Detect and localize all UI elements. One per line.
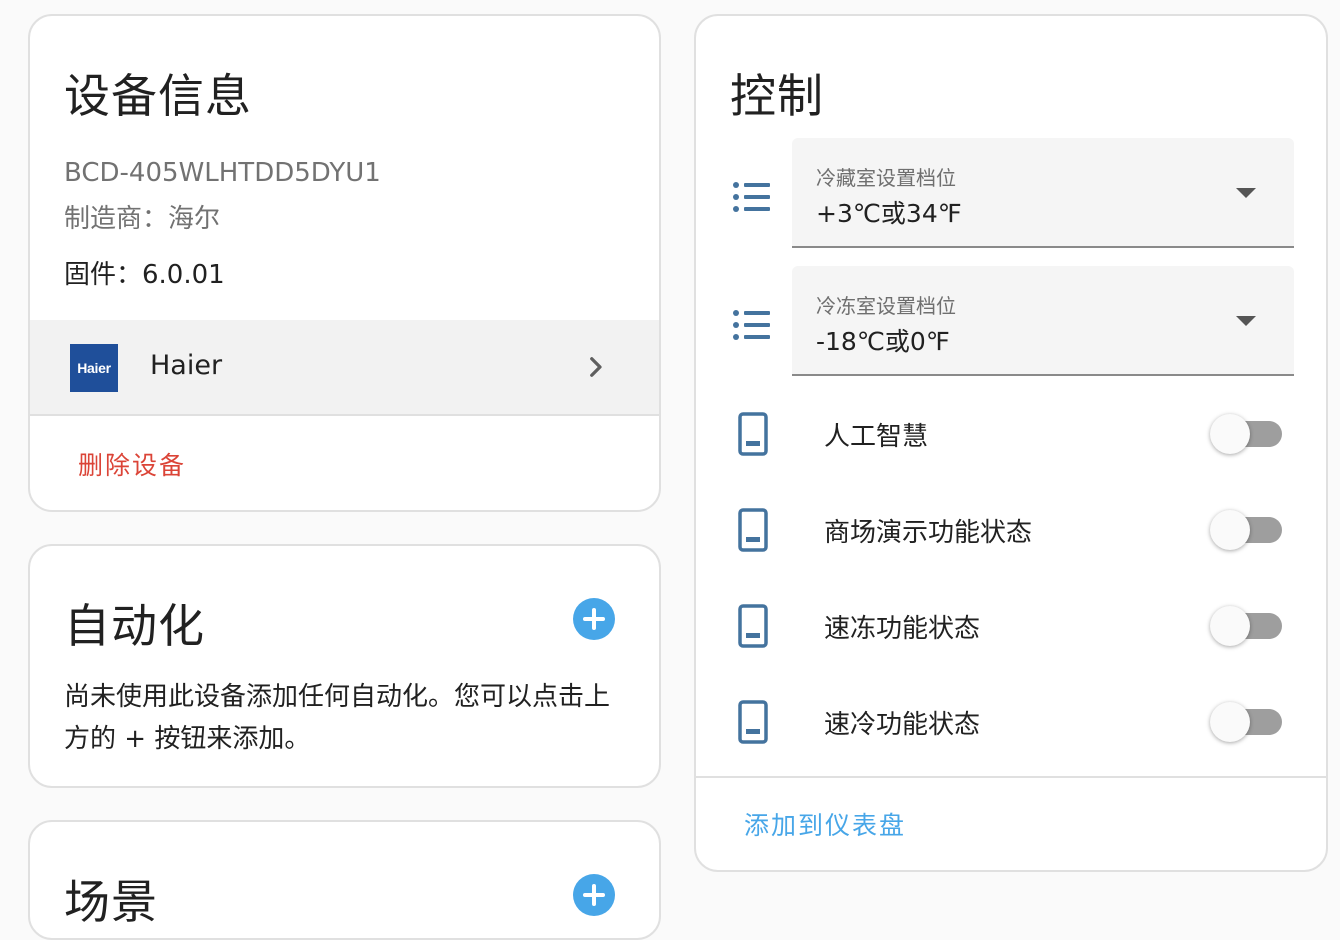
automation-card: 自动化 尚未使用此设备添加任何自动化。您可以点击上方的 + 按钮来添加。 (28, 544, 661, 788)
select-label: 冷冻室设置档位 (816, 294, 956, 318)
device-manufacturer: 制造商：海尔 (64, 204, 221, 234)
toggle-knob (1210, 702, 1250, 742)
fridge-temperature-select[interactable]: 冷藏室设置档位 +3℃或34℉ (792, 138, 1294, 248)
toggle-label-demo: 商场演示功能状态 (824, 518, 1033, 548)
toggle-ai[interactable] (1210, 414, 1284, 454)
freezer-temperature-select[interactable]: 冷冻室设置档位 -18℃或0℉ (792, 266, 1294, 376)
device-info-card: 设备信息 BCD-405WLHTDD5DYU1 制造商：海尔 固件：6.0.01… (28, 14, 661, 512)
controls-card: 控制 冷藏室设置档位 +3℃或34℉ 冷冻室设置档位 -18℃或0℉ 人工智慧 (694, 14, 1328, 872)
toggle-knob (1210, 414, 1250, 454)
select-label: 冷藏室设置档位 (816, 166, 956, 190)
integration-name: Haier (150, 350, 223, 381)
toggle-label-ai: 人工智慧 (824, 422, 929, 452)
format-list-icon (733, 310, 770, 340)
dropdown-arrow-icon (1236, 316, 1256, 326)
dropdown-arrow-icon (1236, 188, 1256, 198)
device-info-title: 设备信息 (64, 69, 252, 123)
cellphone-icon (738, 604, 768, 648)
cellphone-icon (738, 700, 768, 744)
controls-title: 控制 (730, 69, 824, 123)
select-value: -18℃或0℉ (816, 327, 950, 356)
toggle-knob (1210, 510, 1250, 550)
integration-row-haier[interactable]: Haier Haier (30, 320, 659, 416)
scenes-card: 场景 (28, 820, 661, 940)
add-to-dashboard-button[interactable]: 添加到仪表盘 (744, 806, 906, 842)
cellphone-icon (738, 508, 768, 552)
automation-title: 自动化 (64, 599, 205, 653)
select-value: +3℃或34℉ (816, 199, 962, 228)
cellphone-icon (738, 412, 768, 456)
toggle-label-quick-cool: 速冷功能状态 (824, 710, 981, 740)
device-model: BCD-405WLHTDD5DYU1 (64, 158, 381, 188)
add-scene-button[interactable] (573, 874, 615, 916)
toggle-quick-cool[interactable] (1210, 702, 1284, 742)
toggle-knob (1210, 606, 1250, 646)
device-firmware: 固件：6.0.01 (64, 260, 225, 290)
toggle-demo-mode[interactable] (1210, 510, 1284, 550)
add-automation-button[interactable] (573, 598, 615, 640)
card-actions-divider (696, 776, 1326, 778)
automation-empty-text: 尚未使用此设备添加任何自动化。您可以点击上方的 + 按钮来添加。 (64, 682, 611, 754)
toggle-quick-freeze[interactable] (1210, 606, 1284, 646)
toggle-label-quick-freeze: 速冻功能状态 (824, 614, 981, 644)
delete-device-button[interactable]: 删除设备 (78, 446, 186, 482)
haier-logo: Haier (70, 344, 118, 392)
chevron-right-icon (590, 357, 602, 377)
format-list-icon (733, 182, 770, 212)
